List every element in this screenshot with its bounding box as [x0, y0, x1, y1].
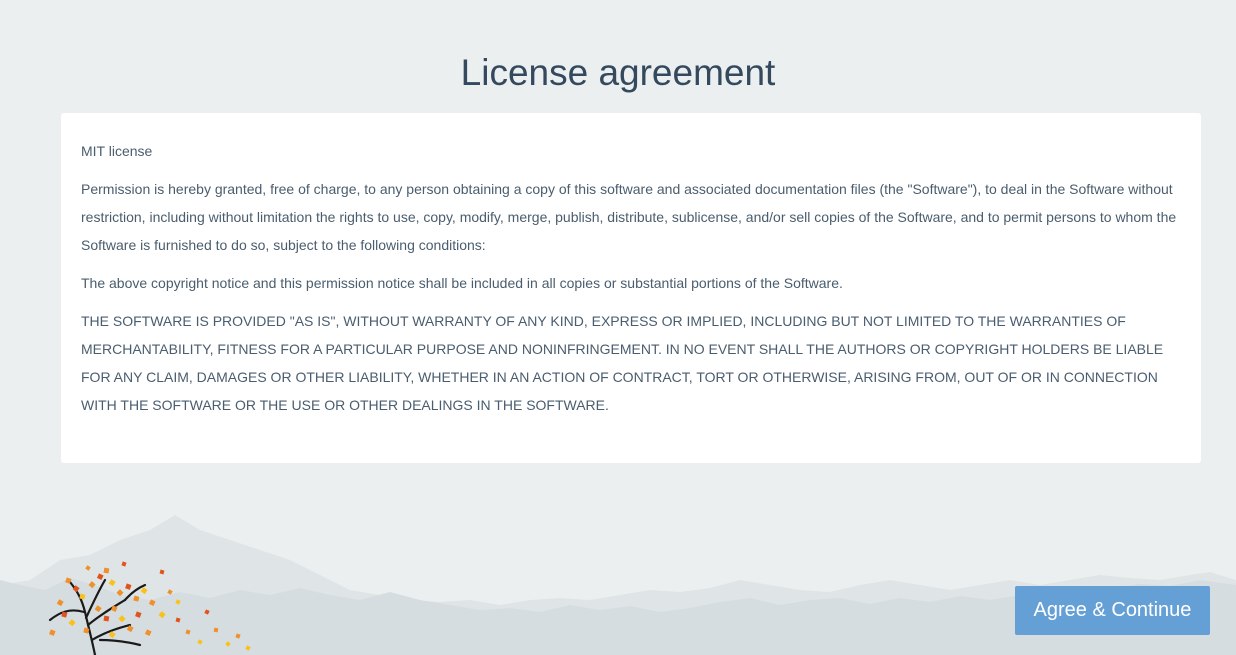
- license-paragraph-notice: The above copyright notice and this perm…: [81, 275, 843, 291]
- license-paragraph-warranty: THE SOFTWARE IS PROVIDED "AS IS", WITHOU…: [81, 313, 1164, 413]
- license-paragraph-grant: Permission is hereby granted, free of ch…: [81, 181, 1177, 253]
- license-text-panel: MIT license Permission is hereby granted…: [61, 113, 1201, 463]
- tree-leaves: [49, 561, 251, 651]
- license-heading: MIT license: [81, 143, 153, 159]
- page-title: License agreement: [460, 52, 776, 93]
- agree-continue-button[interactable]: Agree & Continue: [1015, 586, 1210, 635]
- tree-branches: [48, 578, 147, 655]
- license-page: License agreement MIT license Permission…: [0, 0, 1236, 655]
